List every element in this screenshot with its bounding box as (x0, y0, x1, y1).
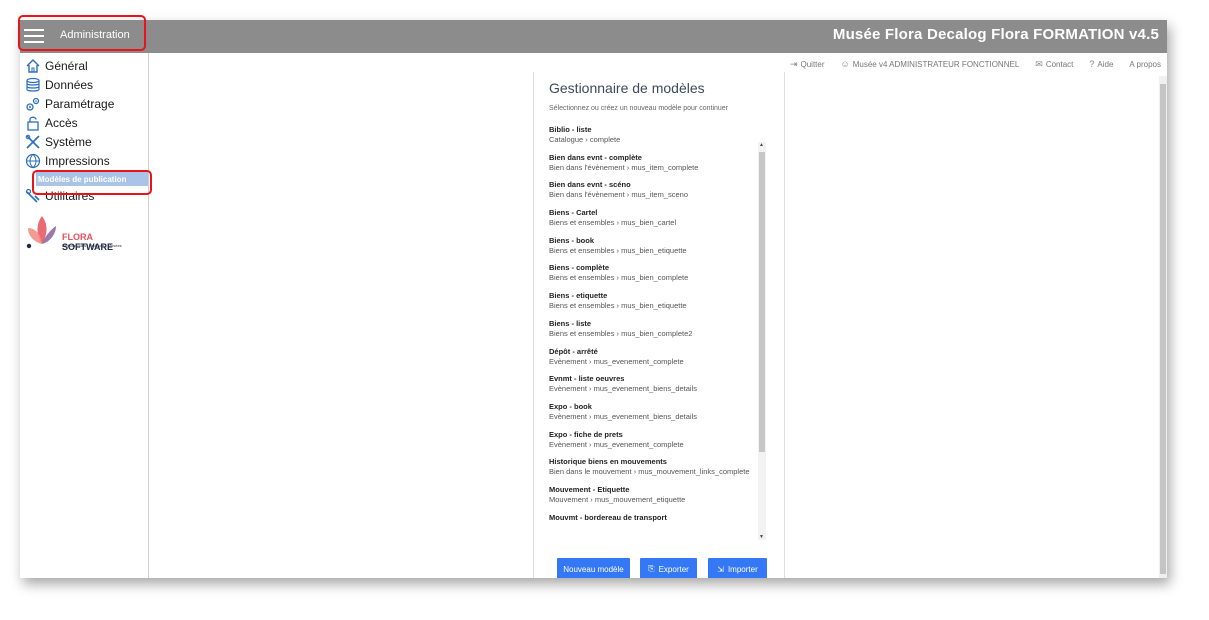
import-icon: ⇲ (717, 564, 724, 574)
app-window: Administration Musée Flora Decalog Flora… (20, 20, 1167, 578)
highlight-modeles-publication (32, 170, 152, 195)
template-path: Evènement › mus_evenement_biens_details (549, 384, 698, 394)
template-list: Biblio - liste Catalogue › complete Bien d… (549, 122, 768, 522)
sidebar-item-parametrage[interactable]: Paramétrage (25, 95, 114, 113)
template-list-scrollbar-thumb[interactable] (759, 152, 765, 452)
logo-name: FLORA SOFTWARE (62, 232, 113, 252)
template-list-item[interactable]: Bien dans evnt - scéno Bien dans l'évènem… (549, 177, 768, 205)
template-list-item[interactable]: Biens - book Biens et ensembles › mus_bie… (549, 233, 768, 261)
sidebar-item-label: Général (45, 59, 88, 73)
sidebar-item-systeme[interactable]: Système (25, 133, 92, 151)
sidebar-item-label: Accès (45, 116, 78, 130)
template-name: Biens - liste (549, 318, 592, 328)
template-list-item[interactable]: Biens - liste Biens et ensembles › mus_bi… (549, 316, 768, 344)
export-icon: ⎘ (648, 564, 655, 573)
template-path: Biens et ensembles › mus_bien_etiquette (549, 245, 687, 255)
template-list-scrollbar[interactable]: ▲ ▼ (758, 142, 766, 540)
template-path: Evènement › mus_evenement_complete (549, 356, 684, 366)
template-list-item[interactable]: Expo - fiche de prets Evènement › mus_eve… (549, 427, 768, 455)
lock-icon (25, 115, 41, 131)
template-list-item[interactable]: Biens - complète Biens et ensembles › mus… (549, 260, 768, 288)
sidebar: Général Données Paramétrage Accès Systèm… (20, 53, 149, 578)
template-name: Expo - fiche de prets (549, 429, 623, 439)
template-name: Biens - complète (549, 263, 610, 273)
sidebar-item-label: Impressions (45, 154, 110, 168)
template-name: Biblio - liste (549, 125, 592, 134)
template-name: Dépôt - arrêté (549, 346, 598, 356)
top-bar: Administration Musée Flora Decalog Flora… (20, 20, 1167, 53)
template-list-item[interactable]: Evnmt - liste oeuvres Evènement › mus_eve… (549, 371, 768, 399)
flora-software-logo: FLORA SOFTWARE Bibliothèques | Archives … (24, 214, 144, 254)
template-name: Mouvmt - bordereau de transport (549, 512, 667, 522)
sidebar-item-acces[interactable]: Accès (25, 114, 78, 132)
flora-flower-logo-icon (26, 216, 56, 249)
quit-link[interactable]: ⇥ Quitter (790, 59, 825, 70)
template-list-item[interactable]: Biens - etiquette Biens et ensembles › mu… (549, 288, 768, 316)
sidebar-item-donnees[interactable]: Données (25, 76, 93, 94)
template-name: Biens - etiquette (549, 291, 608, 301)
template-path: Biens et ensembles › mus_bien_complete2 (549, 328, 693, 338)
globe-icon (25, 153, 41, 169)
export-button[interactable]: ⎘ Exporter (640, 558, 697, 578)
scroll-up-icon[interactable]: ▲ (759, 142, 764, 148)
template-name: Historique biens en mouvements (549, 457, 667, 467)
template-path: Bien dans l'évènement › mus_item_complet… (549, 162, 699, 172)
template-path: Evènement › mus_evenement_biens_details (549, 411, 698, 421)
envelope-icon: ✉ (1035, 58, 1043, 69)
template-name: Biens - Cartel (549, 208, 598, 218)
tools-icon (25, 134, 41, 150)
sidebar-item-label: Système (45, 135, 92, 149)
sidebar-item-general[interactable]: Général (25, 57, 88, 75)
template-path: Catalogue › complete (549, 135, 621, 144)
logout-icon: ⇥ (789, 58, 798, 69)
template-path: Mouvement › mus_mouvement_etiquette (549, 494, 686, 504)
user-link[interactable]: ☺ Musée v4 ADMINISTRATEUR FONCTIONNEL (841, 59, 1020, 69)
template-path: Bien dans le mouvement › mus_mouvement_l… (549, 467, 750, 477)
template-path: Biens et ensembles › mus_bien_cartel (549, 218, 677, 228)
database-icon (25, 77, 41, 93)
template-name: Expo - book (549, 401, 592, 411)
sidebar-item-impressions[interactable]: Impressions (25, 152, 110, 170)
sidebar-item-label: Données (45, 78, 94, 92)
template-path: Evènement › mus_evenement_complete (549, 439, 684, 449)
template-list-item[interactable]: Bien dans evnt - complète Bien dans l'évè… (549, 150, 768, 178)
template-list-item[interactable]: Biens - Cartel Biens et ensembles › mus_b… (549, 205, 768, 233)
panel-subtitle: Sélectionnez ou créez un nouveau modèle … (549, 105, 729, 112)
template-list-item[interactable]: Historique biens en mouvements Bien dans … (549, 454, 768, 482)
user-icon: ☺ (840, 59, 850, 69)
template-path: Bien dans l'évènement › mus_item_sceno (549, 190, 689, 200)
question-icon: ? (1089, 59, 1095, 69)
template-list-item[interactable]: Dépôt - arrêté Evènement › mus_evenement_… (549, 344, 768, 372)
new-template-button[interactable]: Nouveau modèle (557, 558, 630, 578)
template-name: Evnmt - liste oeuvres (549, 374, 625, 384)
logo-tagline: Bibliothèques | Archives | Musées (62, 243, 122, 248)
gears-icon (25, 96, 41, 112)
template-list-item[interactable]: Biblio - liste Catalogue › complete (549, 122, 768, 150)
sidebar-item-label: Paramétrage (45, 97, 115, 111)
highlight-administration (18, 15, 146, 51)
about-link[interactable]: A propos (1129, 60, 1161, 69)
template-path: Biens et ensembles › mus_bien_complete (549, 273, 689, 283)
template-list-item[interactable]: Mouvement - Etiquette Mouvement › mus_mou… (549, 482, 768, 510)
template-name: Bien dans evnt - scéno (549, 180, 631, 190)
contact-link[interactable]: ✉ Contact (1035, 59, 1073, 70)
app-title: Musée Flora Decalog Flora FORMATION v4.5 (832, 26, 1159, 43)
page-scrollbar[interactable] (1159, 76, 1167, 578)
template-list-item[interactable]: Mouvmt - bordereau de transport (549, 510, 768, 522)
template-name: Bien dans evnt - complète (549, 152, 642, 162)
help-link[interactable]: ? Aide (1089, 59, 1113, 69)
template-name: Biens - book (549, 235, 595, 245)
scroll-down-icon[interactable]: ▼ (759, 534, 764, 540)
template-manager-panel: Gestionnaire de modèles Sélectionnez ou … (533, 72, 785, 578)
home-icon (25, 58, 41, 74)
template-list-item[interactable]: Expo - book Evènement › mus_evenement_bie… (549, 399, 768, 427)
template-name: Mouvement - Etiquette (549, 484, 630, 494)
page-scrollbar-thumb[interactable] (1160, 84, 1166, 574)
top-links: ⇥ Quitter ☺ Musée v4 ADMINISTRATEUR FONCTI… (790, 58, 1161, 70)
template-path: Biens et ensembles › mus_bien_etiquette (549, 301, 687, 311)
panel-title: Gestionnaire de modèles (549, 80, 705, 96)
import-button[interactable]: ⇲ Importer (708, 558, 767, 578)
